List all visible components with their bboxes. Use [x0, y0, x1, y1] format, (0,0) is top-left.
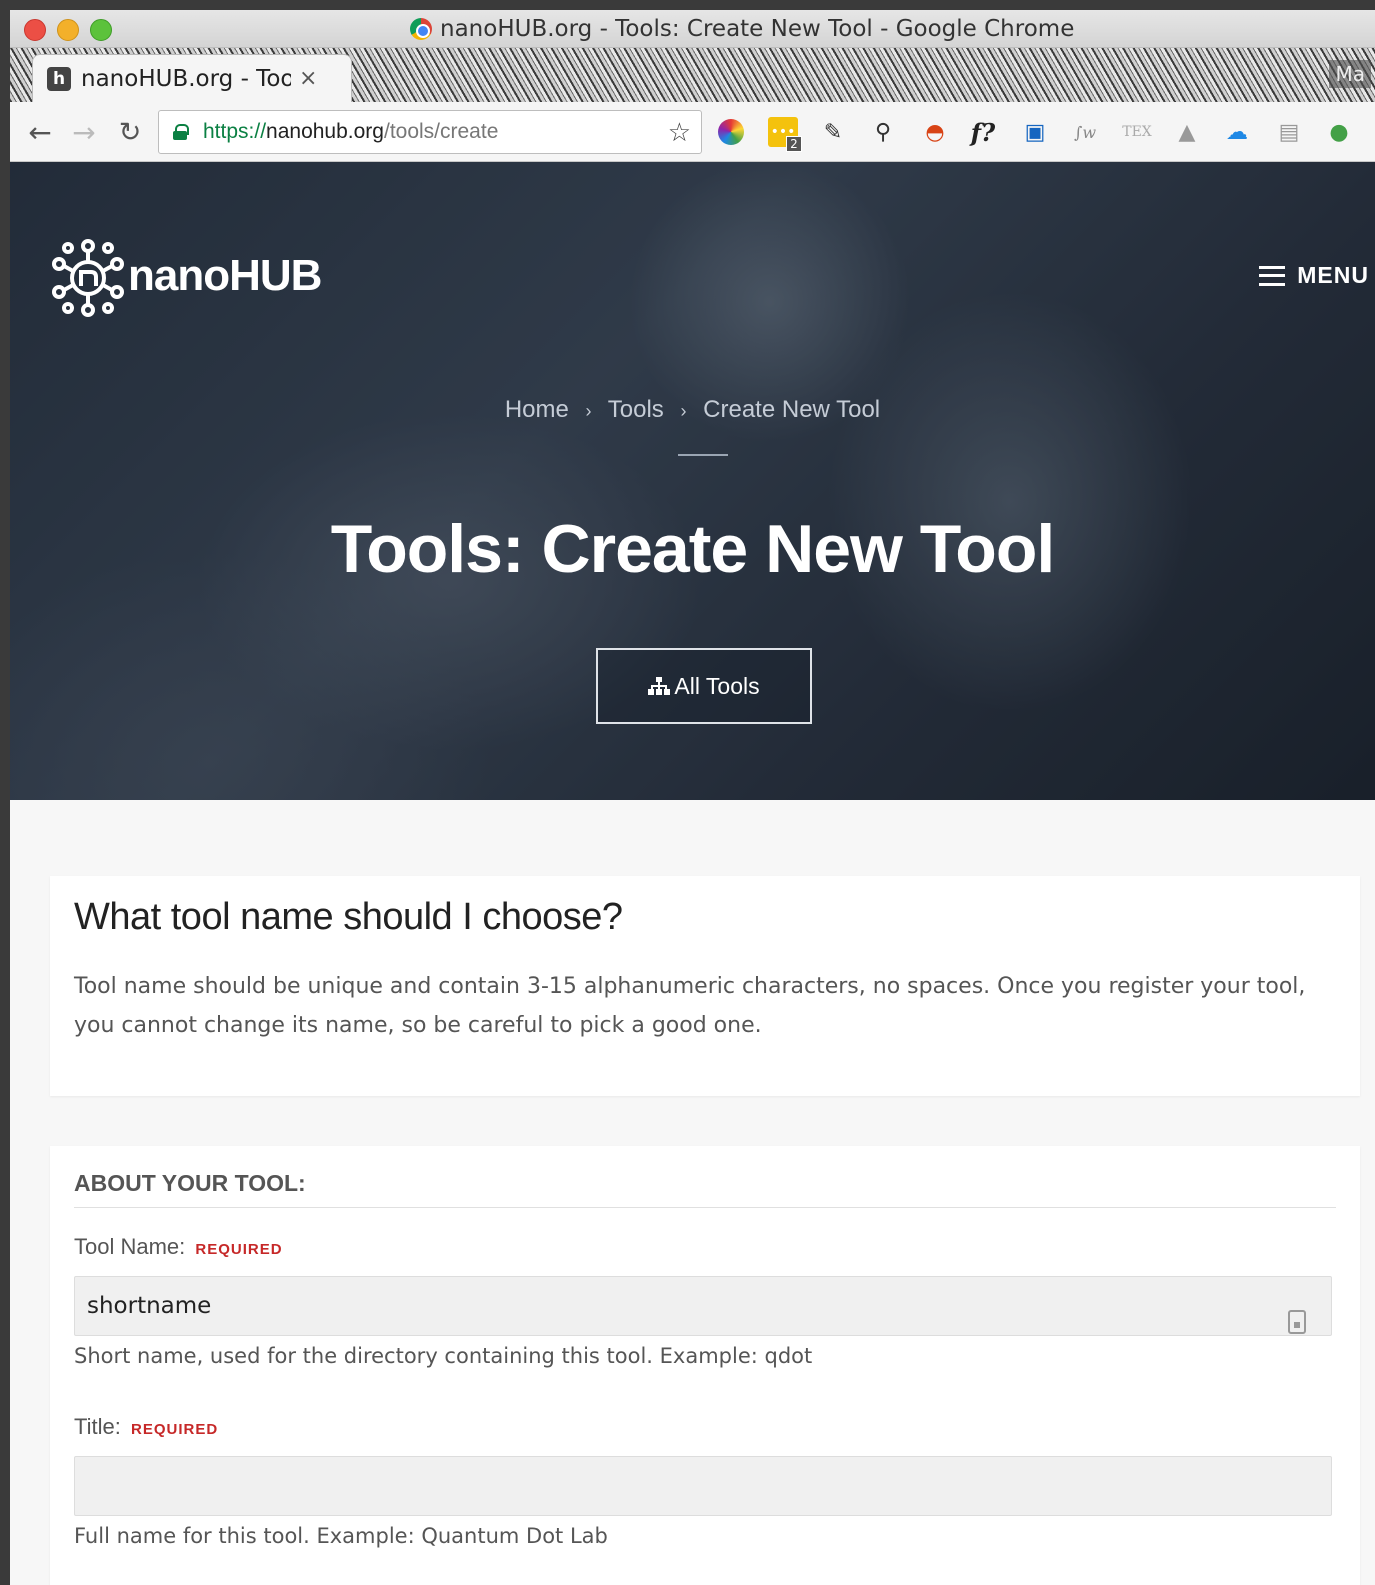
- breadcrumb-divider: [678, 454, 728, 456]
- tool-name-field-wrap: [74, 1276, 1336, 1336]
- pin-icon[interactable]: ⚲: [868, 117, 898, 147]
- window-title-text: nanoHUB.org - Tools: Create New Tool - G…: [440, 16, 1075, 42]
- tool-name-label-text: Tool Name:: [74, 1234, 186, 1259]
- main-content: What tool name should I choose? Tool nam…: [10, 800, 1375, 1585]
- tab-active[interactable]: h nanoHUB.org - Tools: Create New Tool ×: [32, 54, 352, 102]
- breadcrumb-separator: ›: [680, 401, 687, 421]
- help-title: What tool name should I choose?: [74, 896, 623, 938]
- color-picker-icon[interactable]: [718, 119, 744, 145]
- window-minimize-button[interactable]: [57, 19, 79, 41]
- help-text: Tool name should be unique and contain 3…: [74, 974, 1306, 1038]
- fw-icon[interactable]: ∫w: [1070, 117, 1100, 147]
- leaf-icon[interactable]: ●: [1324, 117, 1354, 147]
- title-label: Title: REQUIRED: [74, 1414, 1336, 1440]
- breadcrumb-separator: ›: [585, 401, 592, 421]
- doc-icon[interactable]: ▤: [1274, 117, 1304, 147]
- lock-icon: [173, 124, 189, 140]
- sitemap-icon: [648, 677, 671, 695]
- url-scheme: https://: [203, 120, 267, 143]
- menu-label: MENU: [1297, 262, 1369, 288]
- menu-button[interactable]: MENU: [1259, 262, 1369, 289]
- url-host: nanohub.org: [266, 120, 384, 143]
- logo-text: nanoHUB: [128, 251, 322, 300]
- browser-toolbar: ← → ↻ https:// nanohub.org /tools/create…: [10, 102, 1375, 162]
- forward-arrow-icon[interactable]: →: [66, 114, 102, 150]
- required-badge: REQUIRED: [195, 1241, 283, 1258]
- all-tools-label: All Tools: [674, 672, 760, 699]
- title-input[interactable]: [74, 1456, 1332, 1516]
- reload-icon[interactable]: ↻: [112, 114, 148, 150]
- extension-badge: 2: [786, 136, 802, 152]
- evernote-icon[interactable]: ✎: [818, 117, 848, 147]
- nanohub-favicon-icon: h: [47, 66, 71, 91]
- tool-name-label: Tool Name: REQUIRED: [74, 1234, 1336, 1260]
- cloud-icon[interactable]: ☁: [1222, 117, 1252, 147]
- rainbow-icon[interactable]: ◓: [920, 117, 950, 147]
- url-path: /tools/create: [383, 120, 499, 143]
- page-title: Tools: Create New Tool: [330, 511, 1056, 587]
- password-manager-icon[interactable]: [1288, 1310, 1306, 1334]
- address-bar[interactable]: https:// nanohub.org /tools/create ☆: [158, 110, 702, 154]
- hero-banner: nanoHUB MENU Home › Tools › Create New T…: [10, 162, 1375, 800]
- window-maximize-button[interactable]: [90, 19, 112, 41]
- site-logo[interactable]: nanoHUB: [50, 234, 322, 318]
- image-icon[interactable]: ▣: [1020, 117, 1050, 147]
- tool-name-help: Short name, used for the directory conta…: [74, 1344, 813, 1368]
- breadcrumb-home[interactable]: Home: [505, 396, 569, 423]
- tool-name-input[interactable]: [74, 1276, 1332, 1336]
- fx-icon[interactable]: f?: [968, 117, 998, 147]
- help-card: What tool name should I choose? Tool nam…: [50, 876, 1360, 1096]
- nanohub-logo-icon: [52, 239, 124, 317]
- title-label-text: Title:: [74, 1414, 121, 1439]
- browser-window: nanoHUB.org - Tools: Create New Tool - G…: [10, 10, 1375, 1585]
- tab-title: nanoHUB.org - Tools: Create New Tool: [81, 65, 291, 92]
- hamburger-icon: [1259, 265, 1286, 286]
- tool-form-card: ABOUT YOUR TOOL: Tool Name: REQUIRED Sho…: [50, 1146, 1360, 1585]
- title-help: Full name for this tool. Example: Quantu…: [74, 1524, 608, 1548]
- required-badge: REQUIRED: [130, 1421, 219, 1438]
- tab-strip: h nanoHUB.org - Tools: Create New Tool ×…: [10, 48, 1375, 102]
- section-title: ABOUT YOUR TOOL:: [74, 1170, 1336, 1208]
- breadcrumb-current: Create New Tool: [703, 396, 881, 423]
- window-title: nanoHUB.org - Tools: Create New Tool - G…: [410, 16, 1074, 42]
- window-close-button[interactable]: [24, 19, 46, 41]
- all-tools-button[interactable]: All Tools: [596, 648, 812, 724]
- title-bar: nanoHUB.org - Tools: Create New Tool - G…: [10, 10, 1375, 48]
- chrome-icon: [410, 18, 432, 40]
- back-arrow-icon[interactable]: ←: [22, 114, 58, 150]
- profile-button[interactable]: Ma: [1329, 60, 1371, 88]
- bookmark-star-icon[interactable]: ☆: [668, 117, 691, 148]
- drive-icon[interactable]: ▲: [1172, 117, 1202, 147]
- tex-icon[interactable]: TEX: [1122, 117, 1152, 147]
- breadcrumb-tools[interactable]: Tools: [608, 396, 664, 423]
- tab-close-icon[interactable]: ×: [299, 66, 317, 91]
- breadcrumb: Home › Tools › Create New Tool: [10, 396, 1375, 424]
